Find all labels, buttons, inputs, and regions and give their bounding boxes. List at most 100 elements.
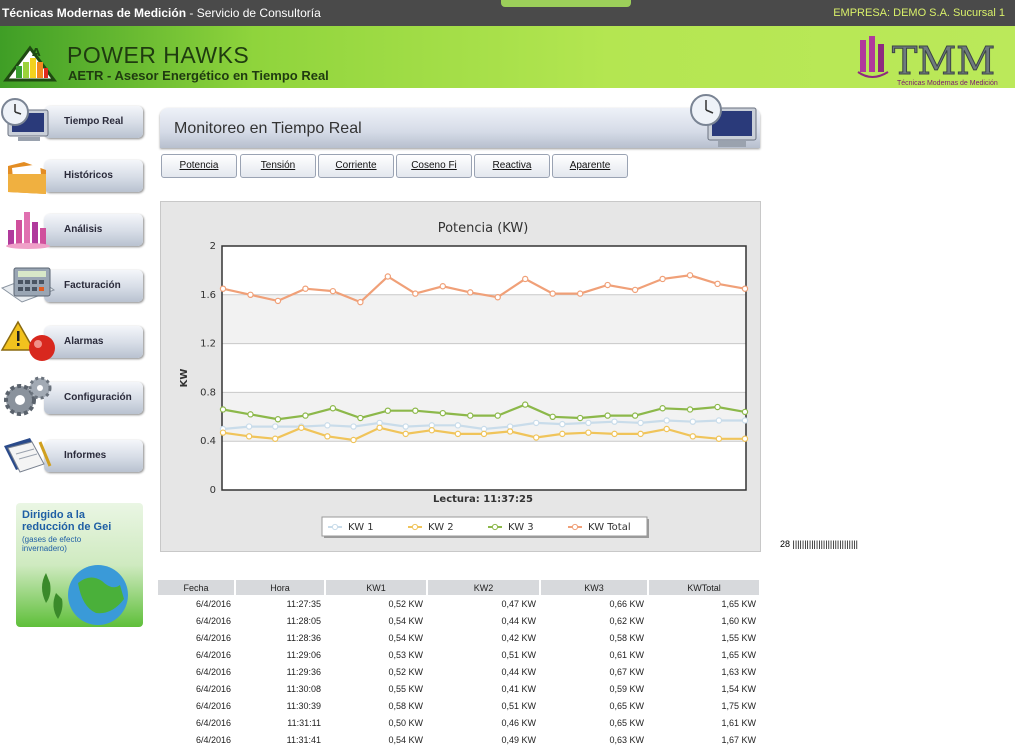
sidebar-item-configuracion[interactable]: Configuración	[0, 374, 145, 418]
table-cell: 6/4/2016	[195, 649, 231, 660]
table-cell: 1,61 KW	[721, 717, 756, 728]
col-fecha[interactable]: Fecha	[158, 580, 236, 595]
table-row: 6/4/2016 11:30:08 0,55 KW 0,41 KW 0,59 KW 1,5…	[158, 680, 760, 697]
table-cell: 0,67 KW	[609, 666, 644, 677]
table-cell: 11:29:06	[286, 649, 321, 660]
data-point	[559, 430, 566, 438]
legend-entry[interactable]: KW 2	[428, 522, 454, 533]
plot-band	[222, 343, 746, 393]
panel-header: Monitoreo en Tiempo Real	[160, 94, 760, 148]
sidebar-button-tiempo-real[interactable]: Tiempo Real	[44, 106, 143, 138]
table-row: 6/4/2016 11:29:06 0,53 KW 0,51 KW 0,61 KW 1,6…	[158, 646, 760, 663]
data-point	[549, 290, 556, 297]
data-point	[384, 407, 392, 414]
sidebar-item-historicos[interactable]: Históricos	[0, 152, 145, 196]
table-cell: 11:29:36	[286, 666, 321, 677]
col-kw3[interactable]: KW3	[540, 580, 649, 595]
tab-reactiva[interactable]: Reactiva	[474, 154, 550, 178]
table-cell: 1,54 KW	[721, 683, 756, 694]
tmm-logo: TMM Técnicas Modernas de Medición	[856, 34, 1006, 88]
table-cell: 11:31:11	[287, 717, 321, 728]
data-point	[219, 429, 227, 436]
y-tick-label: 0.8	[200, 387, 216, 398]
data-point	[376, 424, 383, 431]
sidebar-item-label: Alarmas	[64, 336, 104, 347]
data-point	[631, 412, 639, 419]
tab-corriente[interactable]: Corriente	[318, 154, 394, 178]
legend-entry[interactable]: KW 1	[348, 522, 374, 533]
sidebar-button-facturacion[interactable]: Facturación	[44, 270, 143, 302]
data-point	[350, 436, 357, 444]
data-point	[350, 423, 357, 430]
data-point	[302, 412, 309, 419]
table-cell: 0,52 KW	[388, 666, 423, 677]
sidebar-item-facturacion[interactable]: Facturación	[0, 262, 145, 306]
green-globe-icon	[42, 565, 128, 625]
sidebar-item-label: Históricos	[64, 170, 113, 181]
legend-marker	[411, 523, 419, 531]
data-point	[428, 427, 435, 434]
table-cell: 0,55 KW	[388, 683, 423, 694]
data-point	[324, 433, 331, 440]
sidebar-item-label: Informes	[64, 450, 107, 461]
tab-potencia[interactable]: Potencia	[161, 154, 237, 178]
data-point	[611, 430, 618, 438]
data-point	[384, 273, 392, 280]
data-point	[715, 435, 723, 442]
table-cell: 0,61 KW	[609, 649, 644, 660]
data-point	[324, 422, 331, 429]
sidebar-button-historicos[interactable]: Históricos	[44, 160, 143, 192]
data-point	[576, 290, 584, 297]
sidebar-button-analisis[interactable]: Análisis	[44, 214, 143, 246]
data-point	[741, 435, 749, 442]
data-point	[494, 294, 501, 301]
tab-aparente[interactable]: Aparente	[552, 154, 628, 178]
sidebar-item-alarmas[interactable]: Alarmas	[0, 318, 145, 362]
sidebar-item-analisis[interactable]: Análisis	[0, 206, 145, 250]
sidebar-button-configuracion[interactable]: Configuración	[44, 382, 143, 414]
sidebar-button-alarmas[interactable]: Alarmas	[44, 326, 143, 358]
table-cell: 0,54 KW	[388, 632, 423, 643]
col-kw2[interactable]: KW2	[427, 580, 541, 595]
data-point	[533, 419, 540, 427]
col-kw1[interactable]: KW1	[325, 580, 428, 595]
sidebar-item-informes[interactable]: Informes	[0, 432, 145, 476]
tab-tension[interactable]: Tensión	[240, 154, 316, 178]
table-cell: 0,58 KW	[609, 632, 644, 643]
legend-entry[interactable]: KW Total	[588, 522, 631, 533]
data-point	[576, 414, 584, 422]
data-point	[467, 289, 474, 296]
tab-coseno-fi[interactable]: Coseno Fi	[396, 154, 472, 178]
panel-title: Monitoreo en Tiempo Real	[174, 120, 362, 137]
table-cell: 6/4/2016	[195, 734, 231, 745]
legend-entry[interactable]: KW 3	[508, 522, 534, 533]
data-point	[412, 290, 419, 297]
data-point	[274, 297, 282, 305]
empresa-label: EMPRESA: DEMO S.A. Sucursal 1	[833, 7, 1005, 19]
data-point	[302, 285, 309, 292]
sidebar-button-informes[interactable]: Informes	[44, 440, 143, 472]
table-cell: 1,65 KW	[721, 649, 756, 660]
sidebar-item-tiempo-real[interactable]: Tiempo Real	[0, 98, 145, 142]
table-cell: 0,42 KW	[501, 632, 536, 643]
table-cell: 11:28:05	[286, 615, 321, 626]
table-row: 6/4/2016 11:28:05 0,54 KW 0,44 KW 0,62 KW 1,6…	[158, 612, 760, 629]
table-cell: 0,66 KW	[609, 598, 644, 609]
app-subtitle: AETR - Asesor Energético en Tiempo Real	[68, 68, 329, 83]
data-point	[439, 409, 446, 417]
table-cell: 0,46 KW	[501, 717, 536, 728]
table-cell: 0,63 KW	[609, 734, 644, 745]
table-cell: 11:30:08	[286, 683, 321, 694]
sidebar-item-label: Tiempo Real	[64, 116, 124, 127]
table-cell: 6/4/2016	[195, 700, 231, 711]
col-kwtotal[interactable]: KWTotal	[648, 580, 761, 595]
data-point	[357, 414, 364, 422]
table-cell: 1,67 KW	[721, 734, 756, 745]
data-point	[714, 403, 721, 411]
top-tab-handle[interactable]	[501, 0, 631, 7]
data-point	[559, 420, 566, 428]
data-point	[686, 406, 694, 413]
gei-promo-banner[interactable]: Dirigido a la reducción de Gei (gases de…	[16, 503, 143, 627]
col-hora[interactable]: Hora	[235, 580, 326, 595]
table-cell: 0,54 KW	[388, 615, 423, 626]
